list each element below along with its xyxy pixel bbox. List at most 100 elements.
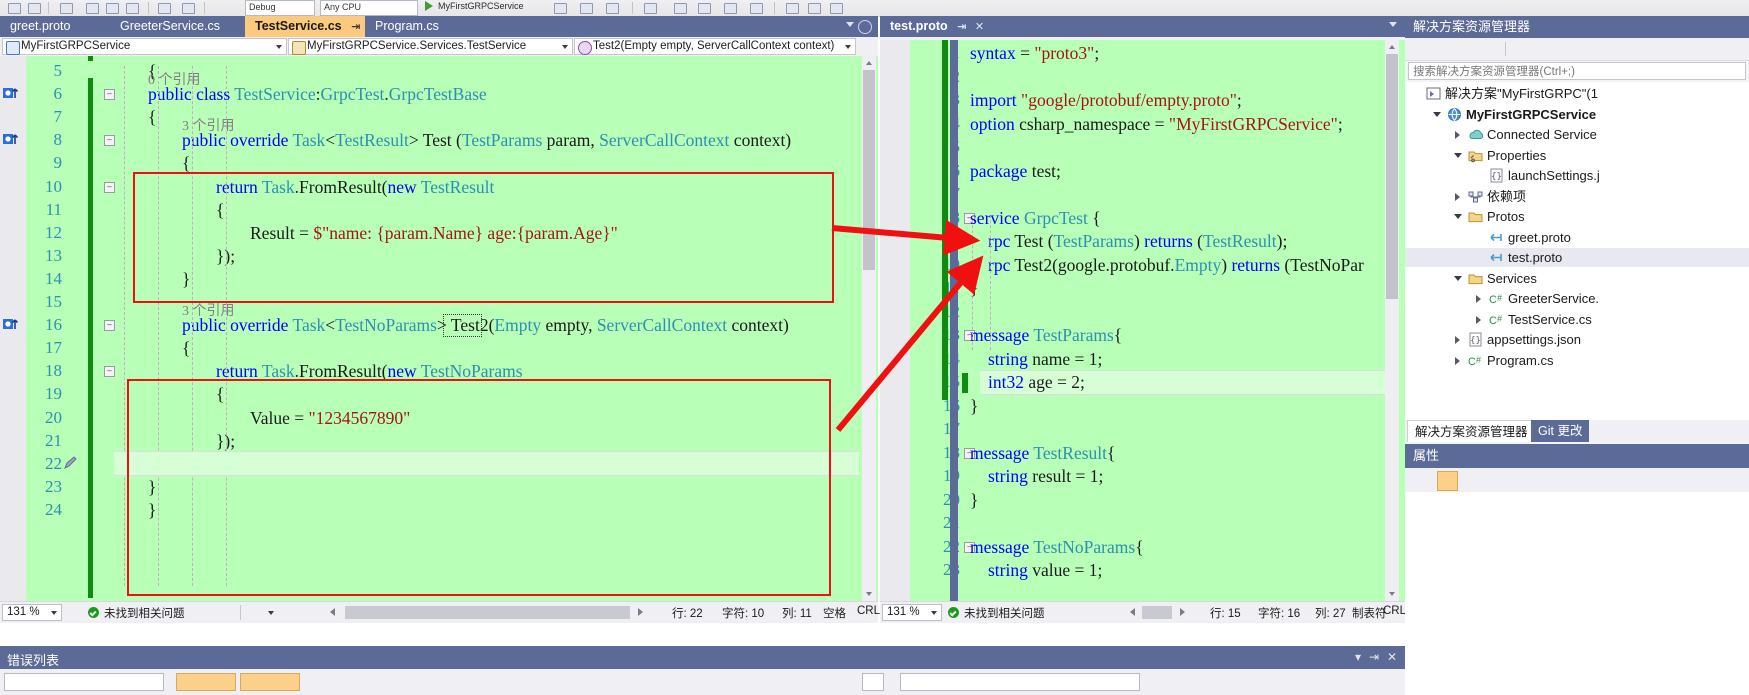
twisty-closed-icon[interactable] [1474, 289, 1485, 308]
tree-item[interactable]: MyFirstGRPCService [1405, 105, 1749, 124]
refresh-icon[interactable] [1539, 41, 1556, 58]
twisty-open-icon[interactable] [1432, 105, 1443, 124]
code-line[interactable]: public class TestService:GrpcTest.GrpcTe… [148, 84, 487, 105]
code-line[interactable]: return Task.FromResult(new TestResult [216, 177, 494, 198]
close-icon[interactable]: ✕ [975, 21, 984, 33]
edit-pencil-icon[interactable] [63, 456, 77, 470]
properties-icon[interactable] [1611, 41, 1628, 58]
platform-dropdown[interactable]: Any CPU [320, 0, 418, 16]
code-line[interactable]: option csharp_namespace = "MyFirstGRPCSe… [970, 114, 1343, 135]
code-line[interactable]: string value = 1; [988, 560, 1102, 581]
code-line[interactable]: } [148, 477, 156, 498]
hscroll-left-icon[interactable] [330, 608, 335, 616]
live-share-icon[interactable] [642, 1, 658, 14]
fold-toggle-icon[interactable]: – [104, 181, 115, 193]
code-line[interactable]: { [148, 107, 156, 128]
tree-item[interactable]: C # Program.cs [1405, 351, 1749, 370]
code-line[interactable]: Result = $"name: {param.Name} age:{param… [250, 223, 618, 244]
right-indent-mode[interactable]: 制表符 [1352, 605, 1387, 621]
code-line[interactable]: } [148, 500, 156, 521]
code-line[interactable]: message TestResult{ [970, 443, 1115, 464]
undo-icon[interactable] [156, 1, 172, 14]
back-icon[interactable] [6, 1, 22, 14]
hscroll-right-icon[interactable] [1180, 608, 1185, 616]
code-line[interactable]: syntax = "proto3"; [970, 43, 1099, 64]
pin-icon[interactable]: ⇥ [957, 21, 966, 33]
alphabetical-view-icon[interactable] [1437, 471, 1458, 491]
code-line[interactable]: message TestParams{ [970, 325, 1122, 346]
warnings-filter-button[interactable] [240, 673, 300, 691]
collapse-all-icon[interactable] [1563, 41, 1580, 58]
left-code-text[interactable]: 5{6–0 个引用 public class TestService:GrpcTe… [0, 56, 878, 601]
code-line[interactable]: } [970, 396, 978, 417]
right-code-text[interactable]: 1syntax = "proto3";23import "google/prot… [880, 40, 1405, 601]
tab-program-cs[interactable]: Program.cs [365, 16, 470, 37]
scroll-up-icon[interactable] [1385, 40, 1399, 53]
code-line[interactable]: return Task.FromResult(new TestNoParams [216, 361, 523, 382]
tree-item[interactable]: Connected Service [1405, 125, 1749, 144]
search-clear-button[interactable] [862, 673, 884, 691]
tab-settings-gear-icon[interactable] [858, 20, 872, 34]
horizontal-split-icon[interactable] [722, 1, 738, 14]
pending-changes-icon[interactable] [1515, 41, 1532, 58]
tab-greet-proto[interactable]: greet.proto [0, 16, 110, 37]
code-line[interactable]: { [216, 200, 224, 221]
errors-filter-button[interactable] [176, 673, 236, 691]
hscroll-left-icon[interactable] [1130, 608, 1135, 616]
tree-item[interactable]: C # TestService.cs [1405, 310, 1749, 329]
align-center-icon[interactable] [806, 1, 822, 14]
scroll-down-icon[interactable] [862, 588, 876, 601]
left-horizontal-scrollbar[interactable] [345, 606, 630, 619]
code-line[interactable]: string result = 1; [988, 466, 1103, 487]
chevron-down-icon[interactable] [276, 45, 282, 49]
twisty-closed-icon[interactable] [1453, 125, 1464, 144]
left-indent-mode[interactable]: 空格 [823, 605, 846, 621]
tab-solution-explorer[interactable]: 解决方案资源管理器 [1407, 420, 1536, 442]
code-line[interactable]: Value = "1234567890" [250, 408, 410, 429]
right-horizontal-scrollbar[interactable] [1142, 606, 1172, 619]
property-pages-icon[interactable] [1465, 471, 1486, 491]
code-line[interactable]: public override Task<TestResult> Test (T… [182, 130, 791, 151]
error-list-collapse-icon[interactable]: ▾ [1355, 650, 1361, 664]
fold-toggle-icon[interactable]: – [104, 320, 115, 332]
restart-icon[interactable] [604, 1, 620, 14]
code-line[interactable]: int32 age = 2; [988, 372, 1085, 393]
align-right-icon[interactable] [828, 1, 844, 14]
stop-icon[interactable] [578, 1, 594, 14]
type-dropdown[interactable]: MyFirstGRPCService.Services.TestService [288, 38, 573, 55]
tab-git-changes[interactable]: Git 更改 [1531, 420, 1590, 442]
chevron-down-icon[interactable] [268, 611, 274, 615]
right-vertical-scrollbar[interactable] [1385, 40, 1399, 601]
properties-body[interactable] [1405, 492, 1749, 695]
hot-reload-icon[interactable] [552, 1, 568, 14]
code-line[interactable]: } [970, 490, 978, 511]
save-icon[interactable] [104, 1, 120, 14]
tree-item[interactable]: Services [1405, 269, 1749, 288]
align-left-icon[interactable] [784, 1, 800, 14]
code-line[interactable]: import "google/protobuf/empty.proto"; [970, 90, 1242, 111]
categorized-view-icon[interactable] [1415, 471, 1436, 491]
tab-overflow-chevron-icon[interactable] [1389, 22, 1397, 27]
fold-toggle-icon[interactable]: – [104, 89, 115, 101]
chevron-down-icon[interactable] [562, 45, 568, 49]
fold-toggle-icon[interactable]: – [104, 366, 115, 378]
twisty-open-icon[interactable] [1453, 207, 1464, 226]
tree-item[interactable]: greet.proto [1405, 228, 1749, 247]
inheritance-glyph-icon[interactable] [3, 133, 21, 147]
code-line[interactable]: rpc Test2(google.protobuf.Empty) returns… [988, 255, 1364, 276]
left-code-editor[interactable]: 5{6–0 个引用 public class TestService:GrpcTe… [0, 56, 878, 601]
solution-view-icon[interactable] [1482, 41, 1499, 58]
solution-explorer-tree[interactable]: 解决方案"MyFirstGRPC"(1 MyFirstGRPCService Con… [1405, 82, 1749, 420]
chevron-down-icon[interactable] [51, 611, 57, 615]
tree-item[interactable]: {} launchSettings.j [1405, 166, 1749, 185]
nav-back-icon[interactable] [1413, 41, 1430, 58]
tab-test-proto[interactable]: test.proto ⇥ ✕ [880, 16, 990, 37]
home-icon[interactable] [1459, 41, 1476, 58]
configuration-dropdown[interactable]: Debug [245, 0, 315, 16]
project-dropdown[interactable]: MyFirstGRPCService [2, 38, 287, 55]
save-all-icon[interactable] [124, 1, 140, 14]
error-search-input[interactable] [900, 673, 1140, 691]
code-line[interactable]: rpc Test (TestParams) returns (TestResul… [988, 231, 1287, 252]
left-vertical-scrollbar[interactable] [862, 56, 876, 601]
solution-explorer-search-input[interactable]: 搜索解决方案资源管理器(Ctrl+;) [1408, 62, 1746, 80]
